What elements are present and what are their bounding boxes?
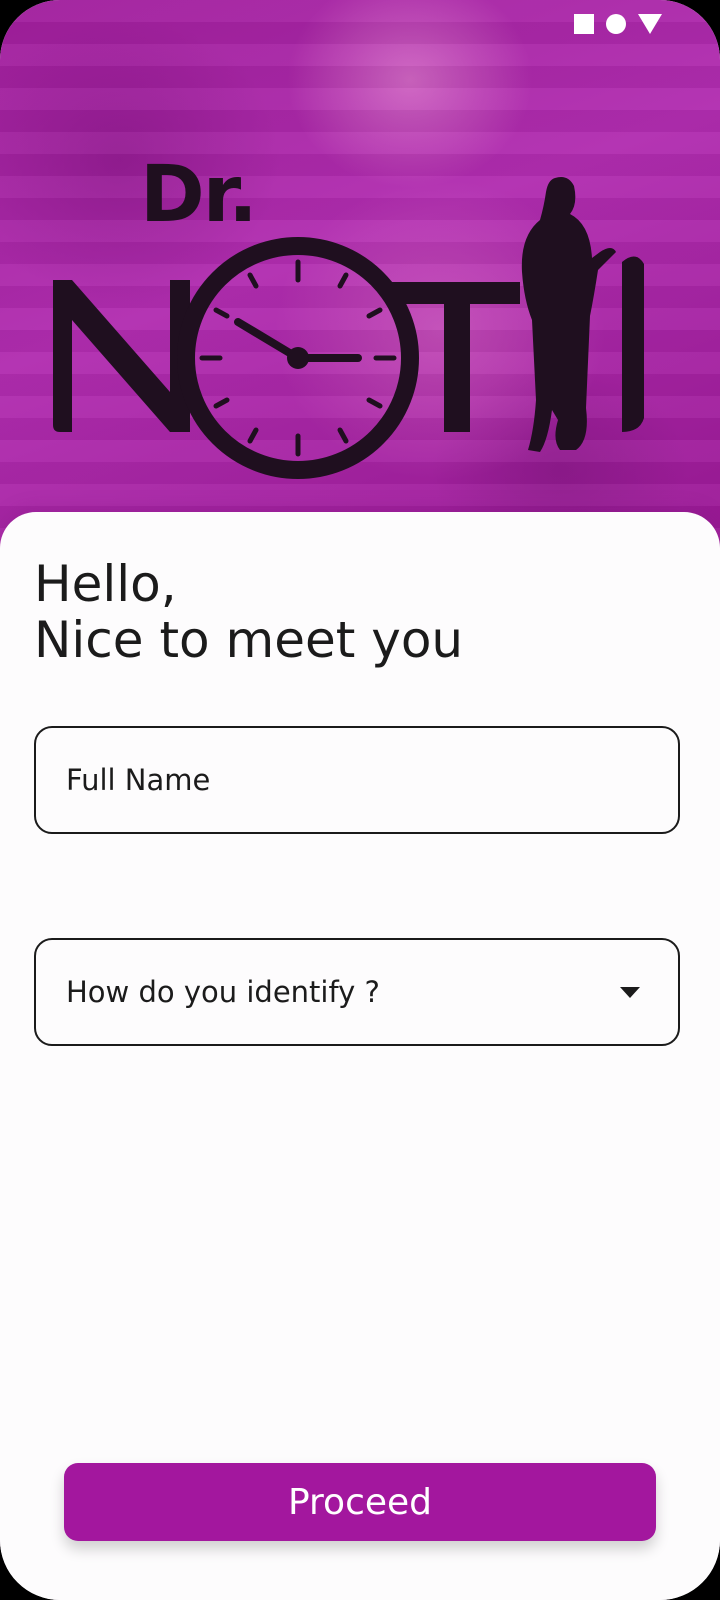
greeting-line-2: Nice to meet you [34,611,464,669]
chevron-down-icon[interactable] [620,986,640,998]
logo-letter-i [622,256,644,432]
clock-icon [177,237,419,479]
proceed-button[interactable]: Proceed [64,1463,656,1541]
greeting-line-1: Hello, [34,555,177,613]
full-name-field[interactable] [34,726,680,834]
identity-select[interactable]: How do you identify ? [34,938,680,1046]
form-card [0,512,720,1600]
app-logo [53,177,644,479]
greeting-heading: Hello, Nice to meet you [34,556,463,668]
doctor-silhouette [521,177,616,452]
app-screen: Dr. Hello, Nice to meet you Full Name Ho… [0,0,720,1600]
logo-letter-n [53,280,190,432]
full-name-input[interactable] [36,763,678,797]
identity-select-label: How do you identify ? [66,975,380,1009]
